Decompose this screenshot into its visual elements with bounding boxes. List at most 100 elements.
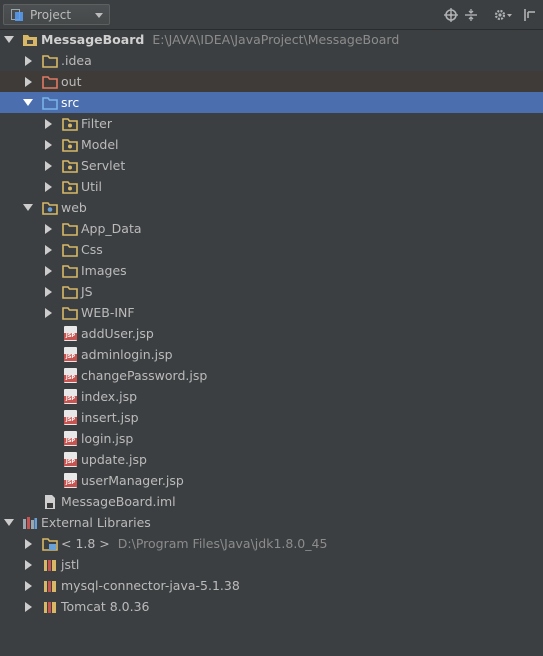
tree-node-folder[interactable]: JS [0, 281, 543, 302]
tree-node-label: login.jsp [81, 431, 134, 446]
expand-arrow-icon[interactable] [45, 286, 52, 297]
expand-arrow-icon[interactable] [25, 538, 32, 549]
tree-node-label: JS [81, 284, 93, 299]
excluded-folder-icon [42, 76, 58, 89]
collapse-all-icon[interactable] [463, 6, 479, 23]
module-folder-icon [23, 35, 37, 46]
tree-node-label: Images [81, 263, 127, 278]
libraries-icon [23, 517, 37, 529]
tree-node-jsp-file[interactable]: JSP login.jsp [0, 428, 543, 449]
tree-node-library[interactable]: jstl [0, 554, 543, 575]
jsp-file-icon: JSP [64, 368, 77, 383]
settings-icon[interactable] [493, 6, 513, 23]
iml-file-icon [45, 495, 55, 509]
source-folder-icon [42, 97, 58, 110]
jdk-path: D:\Program Files\Java\jdk1.8.0_45 [117, 536, 328, 551]
tree-node-jsp-file[interactable]: JSP insert.jsp [0, 407, 543, 428]
expand-arrow-icon[interactable] [45, 181, 52, 192]
tree-node-iml-file[interactable]: MessageBoard.iml [0, 491, 543, 512]
tree-node-label: web [61, 200, 87, 215]
project-view-icon [11, 8, 25, 22]
tree-node-web[interactable]: web [0, 197, 543, 218]
tree-node-label: MessageBoard.iml [61, 494, 176, 509]
tree-node-label: .idea [61, 53, 92, 68]
tree-node-jsp-file[interactable]: JSP adminlogin.jsp [0, 344, 543, 365]
expand-arrow-icon[interactable] [4, 36, 14, 43]
tree-node-label: out [61, 74, 82, 89]
jsp-file-icon: JSP [64, 431, 77, 446]
library-icon [44, 560, 56, 571]
expand-arrow-icon[interactable] [25, 559, 32, 570]
tree-node-label: WEB-INF [81, 305, 135, 320]
project-toolbar: Project [0, 0, 543, 30]
jdk-folder-icon [42, 538, 58, 551]
folder-icon [62, 265, 78, 278]
tree-node-package[interactable]: Model [0, 134, 543, 155]
tree-node-jsp-file[interactable]: JSP update.jsp [0, 449, 543, 470]
folder-icon [62, 286, 78, 299]
tree-node-label: userManager.jsp [81, 473, 184, 488]
library-icon [44, 602, 56, 613]
tree-node-label: index.jsp [81, 389, 138, 404]
tree-node-jsp-file[interactable]: JSP addUser.jsp [0, 323, 543, 344]
jdk-version: < 1.8 > [61, 536, 110, 551]
project-view-dropdown[interactable]: Project [3, 4, 110, 25]
expand-arrow-icon[interactable] [45, 118, 52, 129]
library-icon [44, 581, 56, 592]
folder-icon [62, 307, 78, 320]
expand-arrow-icon[interactable] [45, 265, 52, 276]
expand-arrow-icon[interactable] [4, 519, 14, 526]
tree-node-label: Filter [81, 116, 112, 131]
project-name: MessageBoard [41, 32, 145, 47]
tree-node-folder[interactable]: App_Data [0, 218, 543, 239]
tree-node-library[interactable]: Tomcat 8.0.36 [0, 596, 543, 617]
tree-node-package[interactable]: Servlet [0, 155, 543, 176]
tree-node-package[interactable]: Util [0, 176, 543, 197]
tree-node-label: Tomcat 8.0.36 [61, 599, 150, 614]
tree-node-label: Servlet [81, 158, 126, 173]
project-path: E:\JAVA\IDEA\JavaProject\MessageBoard [152, 32, 400, 47]
tree-node-folder[interactable]: WEB-INF [0, 302, 543, 323]
package-folder-icon [62, 118, 78, 131]
package-folder-icon [62, 181, 78, 194]
expand-arrow-icon[interactable] [25, 580, 32, 591]
tree-node-folder[interactable]: Images [0, 260, 543, 281]
tree-node-out[interactable]: out [0, 71, 543, 92]
expand-arrow-icon[interactable] [45, 307, 52, 318]
expand-arrow-icon[interactable] [45, 160, 52, 171]
expand-arrow-icon[interactable] [45, 223, 52, 234]
chevron-down-icon [95, 13, 103, 18]
tree-node-label: adminlogin.jsp [81, 347, 173, 362]
tree-node-label: addUser.jsp [81, 326, 154, 341]
project-view-label: Project [30, 7, 72, 22]
expand-arrow-icon[interactable] [25, 601, 32, 612]
tree-node-external-libraries[interactable]: External Libraries [0, 512, 543, 533]
tree-node-label: update.jsp [81, 452, 147, 467]
expand-arrow-icon[interactable] [23, 99, 33, 106]
tree-node-library[interactable]: mysql-connector-java-5.1.38 [0, 575, 543, 596]
jsp-file-icon: JSP [64, 347, 77, 362]
tree-node-idea[interactable]: .idea [0, 50, 543, 71]
tree-node-jsp-file[interactable]: JSP changePassword.jsp [0, 365, 543, 386]
jsp-file-icon: JSP [64, 410, 77, 425]
tree-node-project-root[interactable]: MessageBoard E:\JAVA\IDEA\JavaProject\Mes… [0, 29, 543, 50]
jsp-file-icon: JSP [64, 389, 77, 404]
expand-arrow-icon[interactable] [25, 55, 32, 66]
tree-node-label: jstl [61, 557, 80, 572]
locate-icon[interactable] [443, 6, 459, 23]
tree-node-label: mysql-connector-java-5.1.38 [61, 578, 240, 593]
expand-arrow-icon[interactable] [25, 76, 32, 87]
tree-node-label: App_Data [81, 221, 142, 236]
expand-arrow-icon[interactable] [45, 139, 52, 150]
tree-node-jsp-file[interactable]: JSP userManager.jsp [0, 470, 543, 491]
tree-node-src[interactable]: src [0, 92, 543, 113]
hide-panel-icon[interactable] [521, 6, 537, 23]
jsp-file-icon: JSP [64, 473, 77, 488]
jsp-file-icon: JSP [64, 326, 77, 341]
tree-node-package[interactable]: Filter [0, 113, 543, 134]
tree-node-folder[interactable]: Css [0, 239, 543, 260]
expand-arrow-icon[interactable] [45, 244, 52, 255]
tree-node-jsp-file[interactable]: JSP index.jsp [0, 386, 543, 407]
expand-arrow-icon[interactable] [23, 204, 33, 211]
tree-node-jdk[interactable]: < 1.8 > D:\Program Files\Java\jdk1.8.0_45 [0, 533, 543, 554]
